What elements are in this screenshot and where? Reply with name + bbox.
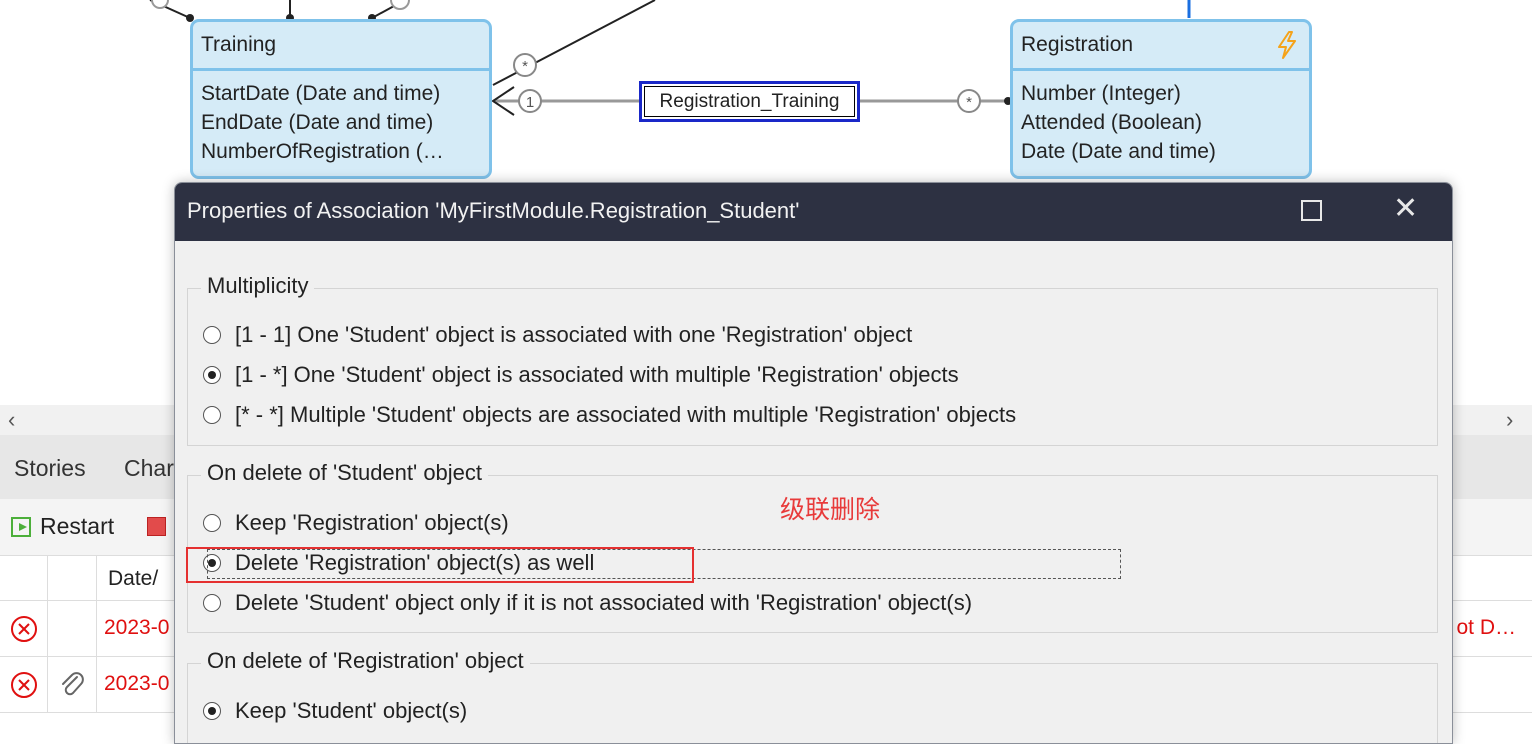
association-label-registration-training[interactable]: Registration_Training (639, 81, 860, 122)
scroll-right-icon[interactable]: › (1506, 407, 1513, 433)
stop-icon[interactable] (147, 517, 166, 536)
entity-training-name: Training (193, 22, 489, 71)
radio-button-selected[interactable] (203, 554, 221, 572)
option-label: Keep 'Student' object(s) (235, 698, 468, 723)
restart-label: Restart (40, 513, 115, 539)
svg-text:*: * (522, 58, 528, 75)
scroll-left-icon[interactable]: ‹ (8, 407, 15, 433)
multiplicity-many-marker-top: * (513, 53, 537, 77)
entity-attribute[interactable]: NumberOfRegistration (… (201, 137, 489, 166)
delete-student-legend: On delete of 'Student' object (201, 460, 489, 486)
option-label: Delete 'Student' object only if it is no… (235, 590, 973, 615)
multiplicity-option-1-many[interactable]: [1 - *] One 'Student' object is associat… (203, 362, 959, 388)
svg-text:1: 1 (526, 94, 534, 111)
error-icon (11, 672, 37, 698)
multiplicity-many-marker: * (957, 89, 981, 113)
tab-changes[interactable]: Char (124, 455, 174, 482)
maximize-icon[interactable] (1301, 200, 1322, 221)
radio-button-selected[interactable] (203, 702, 221, 720)
entity-attribute[interactable]: Attended (Boolean) (1021, 108, 1309, 137)
delete-student-option-keep[interactable]: Keep 'Registration' object(s) (203, 510, 509, 536)
option-label: Delete 'Registration' object(s) as well (235, 550, 595, 575)
entity-attribute[interactable]: Number (Integer) (1021, 79, 1309, 108)
option-label: [1 - *] One 'Student' object is associat… (235, 362, 959, 387)
row-message: ot D… (1456, 616, 1516, 639)
svg-text:*: * (966, 94, 972, 111)
option-label: [* - *] Multiple 'Student' objects are a… (235, 402, 1017, 427)
delete-registration-legend: On delete of 'Registration' object (201, 648, 530, 674)
paperclip-icon[interactable] (58, 669, 86, 699)
radio-button[interactable] (203, 406, 221, 424)
radio-button[interactable] (203, 514, 221, 532)
option-label: Keep 'Registration' object(s) (235, 510, 509, 535)
entity-registration-name: Registration (1021, 33, 1134, 56)
multiplicity-option-1-1[interactable]: [1 - 1] One 'Student' object is associat… (203, 322, 912, 348)
row-date: 2023-0 (104, 616, 170, 639)
restart-icon (11, 516, 31, 537)
dialog-titlebar[interactable]: Properties of Association 'MyFirstModule… (175, 183, 1452, 241)
row-date: 2023-0 (104, 672, 170, 695)
option-label: [1 - 1] One 'Student' object is associat… (235, 322, 913, 347)
entity-attribute[interactable]: StartDate (Date and time) (201, 79, 489, 108)
entity-registration[interactable]: Registration Number (Integer) Attended (… (1010, 19, 1312, 179)
entity-training[interactable]: Training StartDate (Date and time) EndDa… (190, 19, 492, 179)
entity-attribute[interactable]: EndDate (Date and time) (201, 108, 489, 137)
annotation-cascade-delete: 级联删除 (780, 495, 881, 524)
restart-button[interactable]: Restart (10, 513, 114, 540)
dialog-title: Properties of Association 'MyFirstModule… (187, 198, 800, 223)
column-header-date[interactable]: Date/ (108, 567, 158, 591)
error-icon (11, 616, 37, 642)
entity-registration-header: Registration (1013, 22, 1309, 71)
entity-registration-attributes: Number (Integer) Attended (Boolean) Date… (1013, 71, 1309, 166)
multiplicity-one-marker: 1 (518, 89, 542, 113)
radio-button-selected[interactable] (203, 366, 221, 384)
tab-stories[interactable]: Stories (14, 455, 86, 482)
entity-training-attributes: StartDate (Date and time) EndDate (Date … (193, 71, 489, 166)
multiplicity-legend: Multiplicity (201, 273, 315, 299)
association-properties-dialog: Properties of Association 'MyFirstModule… (174, 182, 1453, 744)
multiplicity-option-many-many[interactable]: [* - *] Multiple 'Student' objects are a… (203, 402, 1016, 428)
delete-student-option-prevent[interactable]: Delete 'Student' object only if it is no… (203, 590, 972, 616)
radio-button[interactable] (203, 326, 221, 344)
lightning-icon (1278, 31, 1296, 59)
radio-button[interactable] (203, 594, 221, 612)
delete-registration-option-keep[interactable]: Keep 'Student' object(s) (203, 698, 467, 724)
close-icon[interactable]: ✕ (1393, 194, 1418, 224)
delete-student-option-cascade[interactable]: Delete 'Registration' object(s) as well (203, 550, 594, 576)
entity-attribute[interactable]: Date (Date and time) (1021, 137, 1309, 166)
